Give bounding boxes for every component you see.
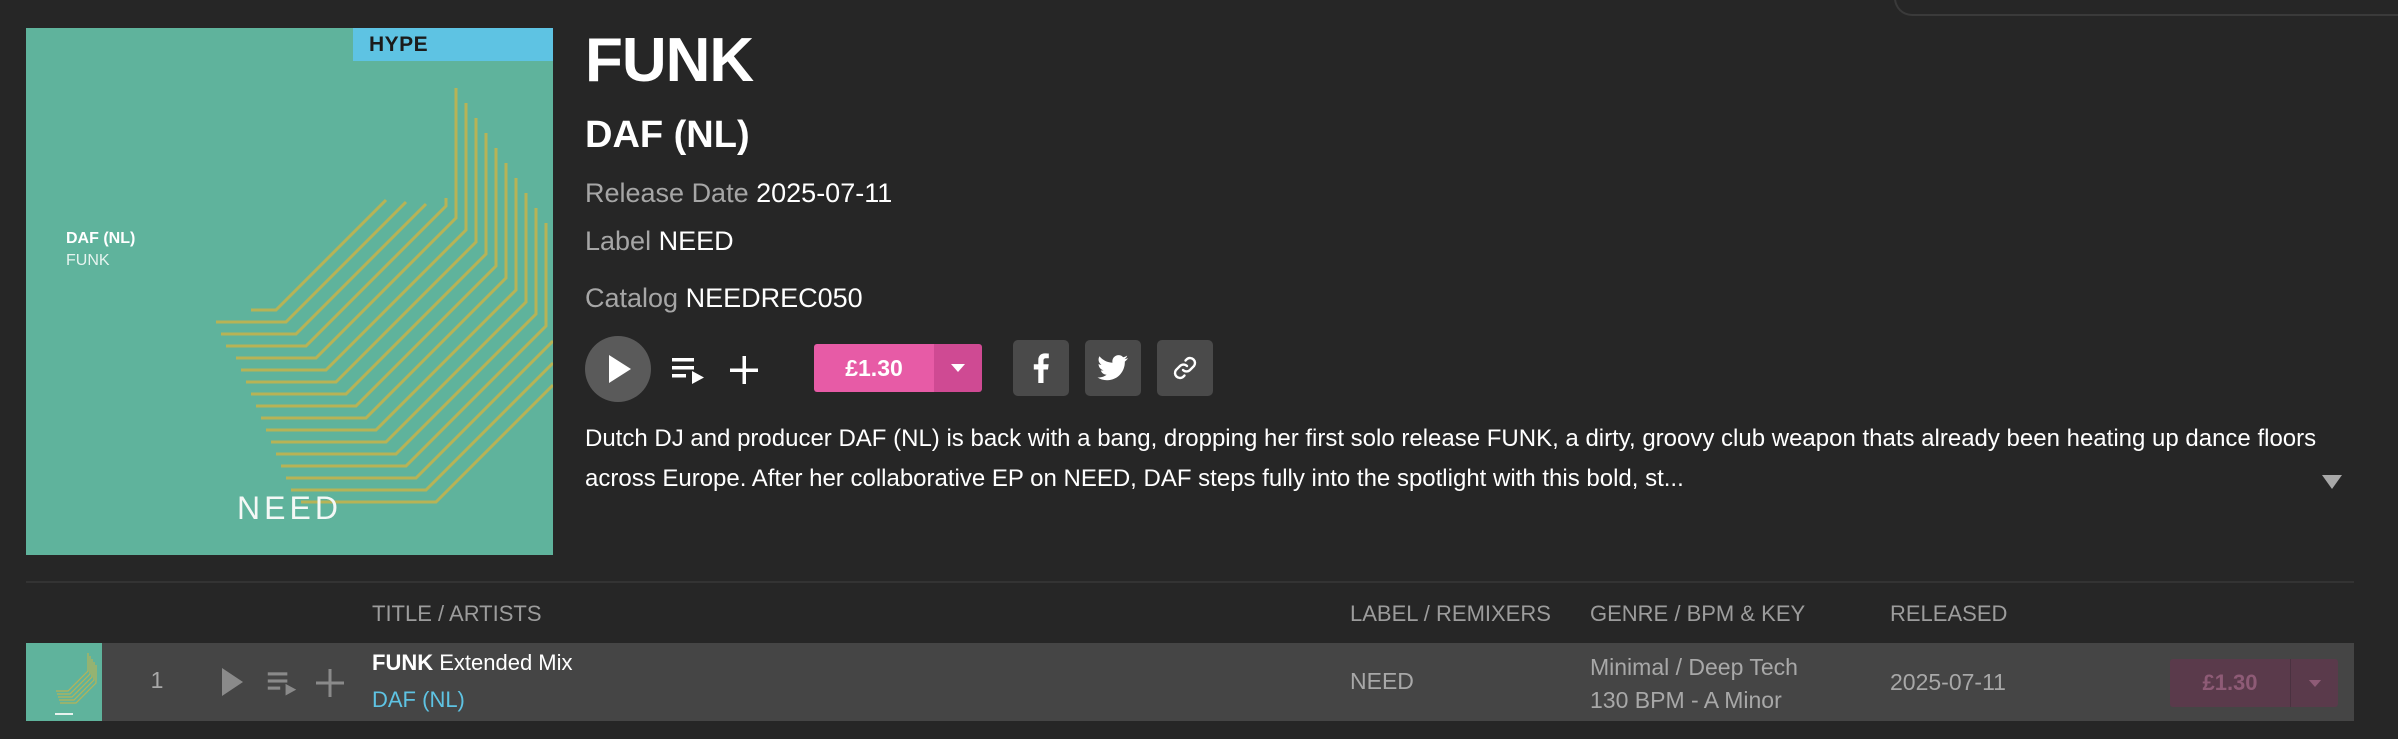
section-divider bbox=[26, 581, 2354, 583]
track-add-to-queue-button[interactable] bbox=[262, 665, 302, 701]
column-header-label-remixers[interactable]: LABEL / REMIXERS bbox=[1350, 601, 1551, 627]
share-facebook-button[interactable] bbox=[1013, 340, 1069, 396]
add-icon bbox=[730, 356, 758, 384]
facebook-icon bbox=[1033, 353, 1049, 383]
add-to-queue-icon bbox=[672, 358, 704, 384]
expand-arrow-icon bbox=[2322, 475, 2342, 489]
track-add-to-playlist-button[interactable] bbox=[312, 665, 348, 701]
release-date-label: Release Date bbox=[585, 178, 749, 208]
track-label-link[interactable]: NEED bbox=[1350, 668, 1414, 695]
column-header-title-artists[interactable]: TITLE / ARTISTS bbox=[372, 601, 542, 627]
release-description: Dutch DJ and producer DAF (NL) is back w… bbox=[585, 425, 2317, 492]
column-header-genre-bpm-key[interactable]: GENRE / BPM & KEY bbox=[1590, 601, 1805, 627]
cover-label-logo: NEED bbox=[237, 490, 342, 526]
track-release-date: 2025-07-11 bbox=[1890, 669, 2006, 695]
dropdown-caret-icon bbox=[2308, 679, 2321, 687]
track-bpm-key: 130 BPM - A Minor bbox=[1590, 687, 1782, 713]
add-to-queue-icon bbox=[267, 672, 297, 696]
buy-options-dropdown[interactable] bbox=[934, 344, 982, 392]
label-label: Label bbox=[585, 226, 652, 256]
label-link[interactable]: NEED bbox=[659, 226, 734, 256]
play-icon bbox=[609, 355, 631, 383]
release-date-row: Release Date 2025-07-11 bbox=[585, 180, 892, 207]
track-buy-price-button[interactable]: £1.30 bbox=[2170, 659, 2290, 707]
play-button[interactable] bbox=[585, 336, 651, 402]
top-panel-edge bbox=[1894, 0, 2398, 16]
link-icon bbox=[1173, 356, 1197, 380]
column-header-released[interactable]: RELEASED bbox=[1890, 601, 2007, 627]
release-artist-link[interactable]: DAF (NL) bbox=[585, 116, 750, 154]
track-title-line[interactable]: FUNK Extended Mix bbox=[372, 650, 573, 676]
catalog-label: Catalog bbox=[585, 283, 679, 313]
label-row: Label NEED bbox=[585, 228, 734, 255]
twitter-icon bbox=[1097, 355, 1129, 381]
buy-price-button-group: £1.30 bbox=[814, 344, 982, 392]
buy-price-button[interactable]: £1.30 bbox=[814, 344, 934, 392]
track-title: FUNK bbox=[372, 650, 434, 675]
cover-artist-text: DAF (NL) bbox=[66, 230, 136, 247]
track-price-button-group: £1.30 bbox=[2170, 659, 2338, 707]
copy-link-button[interactable] bbox=[1157, 340, 1213, 396]
track-row[interactable]: 1 FUNK Extended Mix DAF (NL) NEED Minima… bbox=[26, 643, 2354, 721]
track-number: 1 bbox=[150, 667, 164, 693]
expand-description-button[interactable] bbox=[2321, 474, 2343, 495]
track-play-button[interactable] bbox=[212, 663, 252, 701]
add-icon bbox=[316, 669, 344, 697]
release-date-value: 2025-07-11 bbox=[756, 178, 893, 208]
track-thumbnail[interactable] bbox=[26, 643, 102, 721]
cover-title-text: FUNK bbox=[66, 252, 110, 269]
track-artist-link[interactable]: DAF (NL) bbox=[372, 687, 465, 713]
dropdown-caret-icon bbox=[951, 364, 965, 372]
release-title: FUNK bbox=[585, 26, 754, 95]
share-twitter-button[interactable] bbox=[1085, 340, 1141, 396]
hype-badge: HYPE bbox=[353, 28, 553, 61]
catalog-value: NEEDREC050 bbox=[685, 283, 863, 313]
track-thumbnail-art bbox=[55, 653, 97, 715]
cover-line-art bbox=[216, 88, 553, 504]
add-to-queue-button[interactable] bbox=[668, 350, 708, 390]
add-to-playlist-button[interactable] bbox=[724, 350, 764, 390]
play-icon bbox=[222, 668, 243, 696]
track-mix-name: Extended Mix bbox=[439, 650, 573, 675]
track-buy-options-dropdown[interactable] bbox=[2290, 659, 2338, 707]
catalog-row: Catalog NEEDREC050 bbox=[585, 285, 863, 312]
release-cover-art[interactable]: HYPE DAF (NL) FUNK NEED bbox=[26, 28, 553, 555]
track-genre-link[interactable]: Minimal / Deep Tech bbox=[1590, 654, 1798, 681]
